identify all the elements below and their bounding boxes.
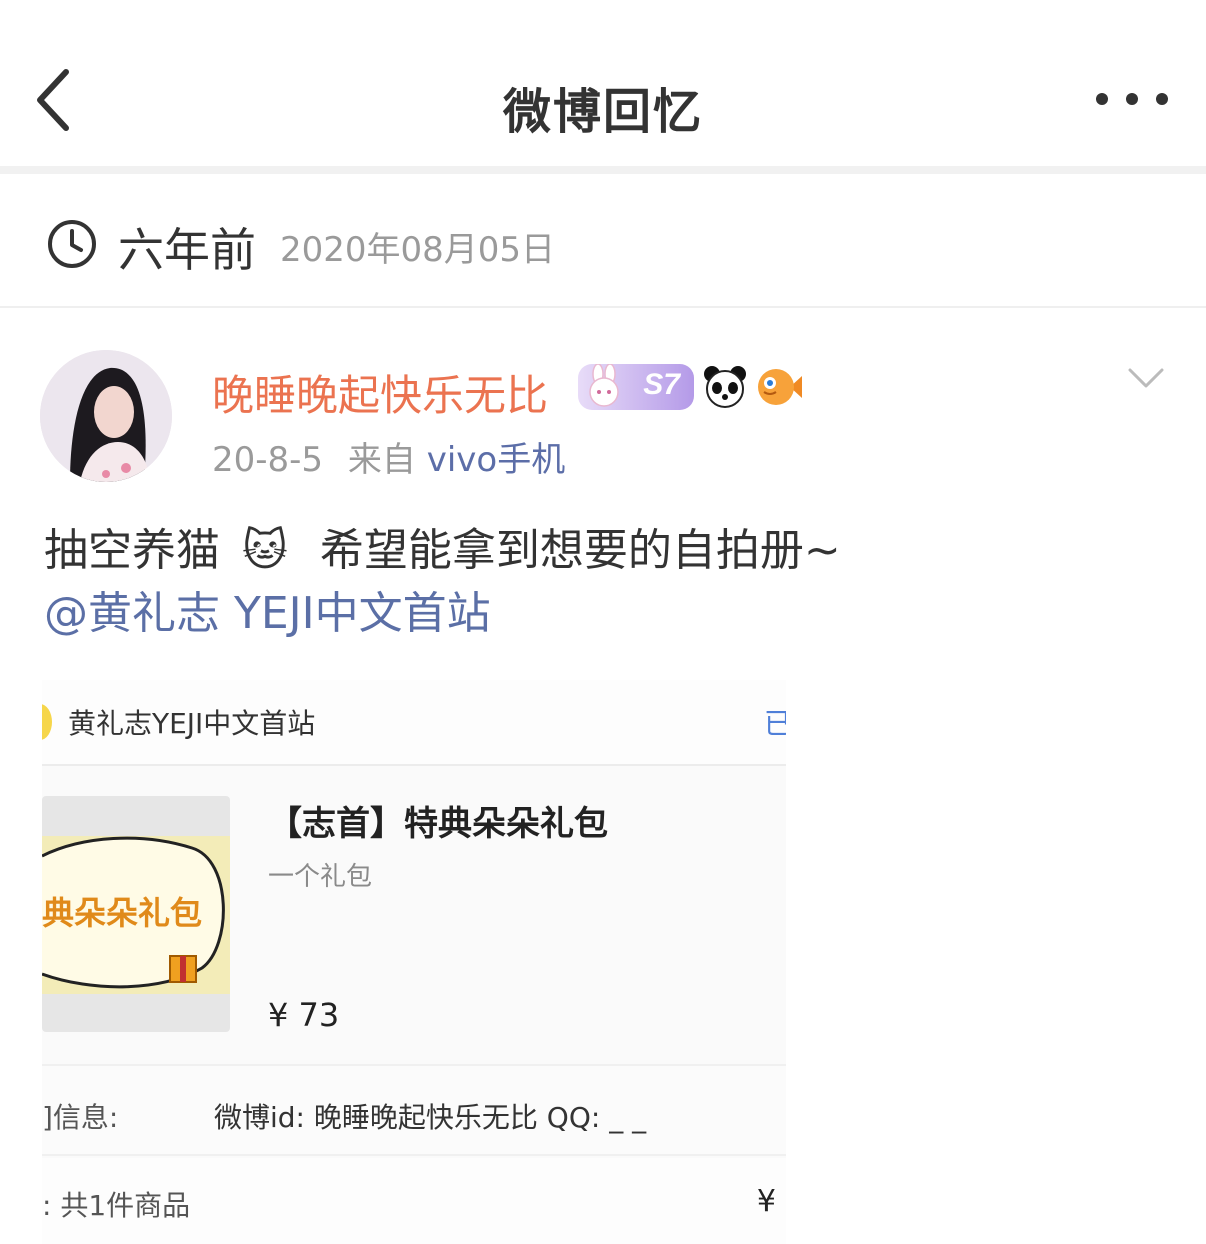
username-link[interactable]: 晚睡晚起快乐无比 <box>212 362 548 423</box>
post-image[interactable]: 黄礼志YEJI中文首站 已 典朵朵礼包 【志首】特典朵朵礼包 一个礼包 ¥ 73… <box>42 680 786 1244</box>
panda-icon[interactable] <box>702 364 748 410</box>
more-button[interactable] <box>1096 82 1168 116</box>
post-text-part1: 抽空养猫 <box>44 525 220 576</box>
memory-date: 2020年08月05日 <box>280 230 556 270</box>
chevron-down-icon <box>1128 368 1164 388</box>
more-dots-icon <box>1096 93 1108 105</box>
post-meta: 20-8-5 来自 vivo手机 <box>212 432 565 481</box>
post-time: 20-8-5 <box>212 440 324 480</box>
page-title: 微博回忆 <box>502 84 703 140</box>
post-text: 抽空养猫 🐱 希望能拿到想要的自拍册~ <box>44 516 841 586</box>
vip-badge[interactable]: S7 <box>578 364 694 410</box>
image-product-title: 【志首】特典朵朵礼包 <box>268 804 608 844</box>
image-count-yen: ¥ <box>756 1184 776 1219</box>
clock-icon <box>48 220 96 268</box>
image-shop-name: 黄礼志YEJI中文首站 <box>68 707 316 740</box>
bunny-icon <box>589 364 619 407</box>
image-shop-row: 黄礼志YEJI中文首站 已 <box>42 680 786 766</box>
thumb-text: 典朵朵礼包 <box>42 894 202 932</box>
top-bar: 微博回忆 <box>0 0 1206 166</box>
fish-icon[interactable] <box>756 364 802 410</box>
image-product-thumb: 典朵朵礼包 <box>42 796 230 1032</box>
image-count-label: : 共1件商品 <box>42 1189 191 1222</box>
post-text-part2: 希望能拿到想要的自拍册~ <box>319 525 841 576</box>
memory-time-row: 六年前 2020年08月05日 <box>0 174 1206 306</box>
gift-thumb-art: 典朵朵礼包 <box>42 836 230 994</box>
image-info-label: ]信息: <box>42 1101 119 1134</box>
image-count-row: : 共1件商品 ¥ <box>42 1158 786 1244</box>
image-product-price: ¥ 73 <box>268 996 340 1034</box>
source-prefix: 来自 <box>347 440 416 480</box>
image-info-value: 微博id: 晚睡晚起快乐无比 QQ: _ _ <box>214 1101 647 1134</box>
mention-link[interactable]: @黄礼志 YEJI中文首站 <box>44 586 491 642</box>
section-divider <box>0 306 1206 308</box>
shop-logo <box>42 704 52 740</box>
image-follow-text: 已 <box>763 707 786 740</box>
cat-emoji-icon: 🐱 <box>242 525 288 576</box>
post-menu-button[interactable] <box>1126 364 1166 392</box>
user-badges: S7 <box>578 364 802 410</box>
more-dot <box>1126 93 1138 105</box>
image-product-subtitle: 一个礼包 <box>268 862 373 892</box>
avatar[interactable] <box>40 350 172 482</box>
avatar-image <box>40 350 172 482</box>
more-dot <box>1156 93 1168 105</box>
header-divider <box>0 166 1206 174</box>
time-ago-label: 六年前 <box>118 223 256 277</box>
image-info-row: ]信息: 微博id: 晚睡晚起快乐无比 QQ: _ _ <box>42 1064 786 1156</box>
post-source[interactable]: vivo手机 <box>427 440 566 480</box>
vip-level: S7 <box>643 368 680 401</box>
